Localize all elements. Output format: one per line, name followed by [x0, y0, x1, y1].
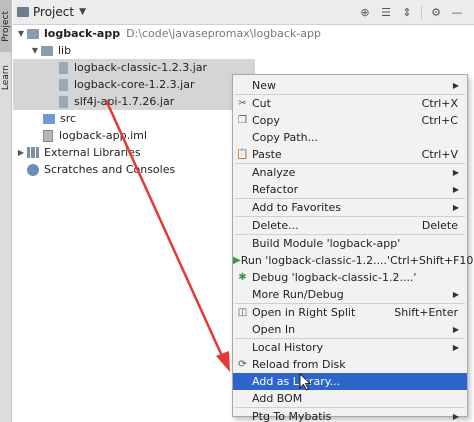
menu-item-debug[interactable]: ✱ Debug 'logback-classic-1.2....' — [233, 269, 467, 286]
run-icon: ▶ — [233, 255, 241, 266]
source-folder-icon — [43, 113, 55, 124]
project-icon — [17, 7, 29, 17]
menu-item-build-module[interactable]: Build Module 'logback-app' — [233, 235, 467, 252]
learn-tool-label: Learn — [1, 65, 11, 91]
menu-item-delete[interactable]: Delete... Delete — [233, 217, 467, 234]
submenu-arrow-icon: ▶ — [452, 412, 459, 421]
context-menu: New ▶ ✂ Cut Ctrl+X ❐ Copy Ctrl+C Copy Pa… — [232, 74, 473, 422]
menu-item-ptg-to-mybatis[interactable]: Ptg To Mybatis ▶ — [233, 408, 467, 422]
split-icon: ◫ — [237, 307, 248, 318]
src-folder-name: src — [60, 112, 77, 125]
chevron-down-icon: ▼ — [79, 7, 86, 17]
collapse-all-icon[interactable]: ☰ — [379, 6, 393, 20]
menu-item-paste[interactable]: 📋 Paste Ctrl+V — [233, 146, 467, 163]
menu-item-local-history[interactable]: Local History ▶ — [233, 339, 467, 356]
reload-icon: ⟳ — [238, 359, 247, 370]
menu-item-reload-from-disk[interactable]: ⟳ Reload from Disk — [233, 356, 467, 373]
menu-item-more-run-debug[interactable]: More Run/Debug ▶ — [233, 286, 467, 303]
locate-icon[interactable]: ⊕ — [358, 6, 372, 20]
toolbar-divider — [421, 5, 422, 20]
expand-arrow-icon[interactable]: ▼ — [29, 46, 41, 55]
project-panel-title: Project — [33, 5, 75, 19]
jar-file-icon — [59, 61, 68, 74]
tree-row-lib[interactable]: ▼ lib — [13, 42, 474, 59]
tool-window-strip: Project Learn — [0, 0, 12, 422]
tree-row-jar[interactable]: logback-core-1.2.3.jar — [13, 76, 255, 93]
annotation-arrowhead — [216, 351, 230, 372]
tree-row-jar[interactable]: logback-classic-1.2.3.jar — [13, 59, 255, 76]
expand-arrow-icon[interactable]: ▶ — [15, 148, 27, 157]
menu-item-refactor[interactable]: Refactor ▶ — [233, 181, 467, 198]
menu-item-copy[interactable]: ❐ Copy Ctrl+C — [233, 112, 467, 129]
clipboard-icon: 📋 — [236, 149, 249, 160]
expand-arrow-icon[interactable]: ▼ — [15, 29, 27, 38]
root-module-name: logback-app — [44, 27, 121, 40]
submenu-arrow-icon: ▶ — [452, 185, 459, 194]
menu-item-add-bom[interactable]: Add BOM — [233, 390, 467, 407]
submenu-arrow-icon: ▶ — [452, 290, 459, 299]
submenu-arrow-icon: ▶ — [452, 343, 459, 352]
iml-file-icon — [43, 129, 53, 142]
root-module-path: D:\code\javasepromax\logback-app — [126, 27, 321, 40]
tree-row-jar[interactable]: slf4j-api-1.7.26.jar — [13, 93, 255, 110]
project-panel-header: Project ▼ ⊕ ☰ ⇕ ⚙ — — [13, 0, 474, 25]
menu-item-cut[interactable]: ✂ Cut Ctrl+X — [233, 95, 467, 112]
lib-folder-name: lib — [58, 44, 72, 57]
project-tool-label: Project — [1, 10, 11, 42]
libraries-icon — [27, 147, 39, 158]
expand-all-icon[interactable]: ⇕ — [400, 6, 414, 20]
menu-item-open-right-split[interactable]: ◫ Open in Right Split Shift+Enter — [233, 304, 467, 321]
minimize-icon[interactable]: — — [450, 6, 464, 20]
menu-item-add-as-library[interactable]: Add as Library... — [233, 373, 467, 390]
module-folder-icon — [27, 28, 39, 39]
menu-item-copy-path[interactable]: Copy Path... — [233, 129, 467, 146]
project-view-selector[interactable]: Project ▼ — [13, 5, 86, 19]
scissors-icon: ✂ — [238, 98, 247, 109]
tree-row-root[interactable]: ▼ logback-app D:\code\javasepromax\logba… — [13, 25, 474, 42]
folder-icon — [41, 45, 53, 56]
iml-file-name: logback-app.iml — [59, 129, 147, 142]
jar-file-name: logback-classic-1.2.3.jar — [74, 61, 208, 74]
jar-file-name: slf4j-api-1.7.26.jar — [74, 95, 175, 108]
copy-icon: ❐ — [238, 115, 247, 126]
menu-item-add-to-favorites[interactable]: Add to Favorites ▶ — [233, 199, 467, 216]
menu-item-new[interactable]: New ▶ — [233, 77, 467, 94]
jar-file-icon — [59, 78, 68, 91]
submenu-arrow-icon: ▶ — [452, 325, 459, 334]
scratches-icon — [27, 163, 39, 176]
external-libraries-label: External Libraries — [44, 146, 141, 159]
submenu-arrow-icon: ▶ — [452, 168, 459, 177]
menu-item-open-in[interactable]: Open In ▶ — [233, 321, 467, 338]
menu-item-analyze[interactable]: Analyze ▶ — [233, 164, 467, 181]
submenu-arrow-icon: ▶ — [452, 81, 459, 90]
debug-bug-icon: ✱ — [238, 272, 247, 283]
scratches-label: Scratches and Consoles — [44, 163, 176, 176]
jar-file-icon — [59, 95, 68, 108]
project-tool-button[interactable]: Project — [0, 0, 12, 52]
header-toolbar: ⊕ ☰ ⇕ ⚙ — — [358, 0, 464, 25]
jar-file-name: logback-core-1.2.3.jar — [74, 78, 195, 91]
submenu-arrow-icon: ▶ — [452, 203, 459, 212]
learn-tool-button[interactable]: Learn — [0, 60, 12, 96]
menu-item-run[interactable]: ▶ Run 'logback-classic-1.2....' Ctrl+Shi… — [233, 252, 473, 269]
gear-icon[interactable]: ⚙ — [429, 6, 443, 20]
